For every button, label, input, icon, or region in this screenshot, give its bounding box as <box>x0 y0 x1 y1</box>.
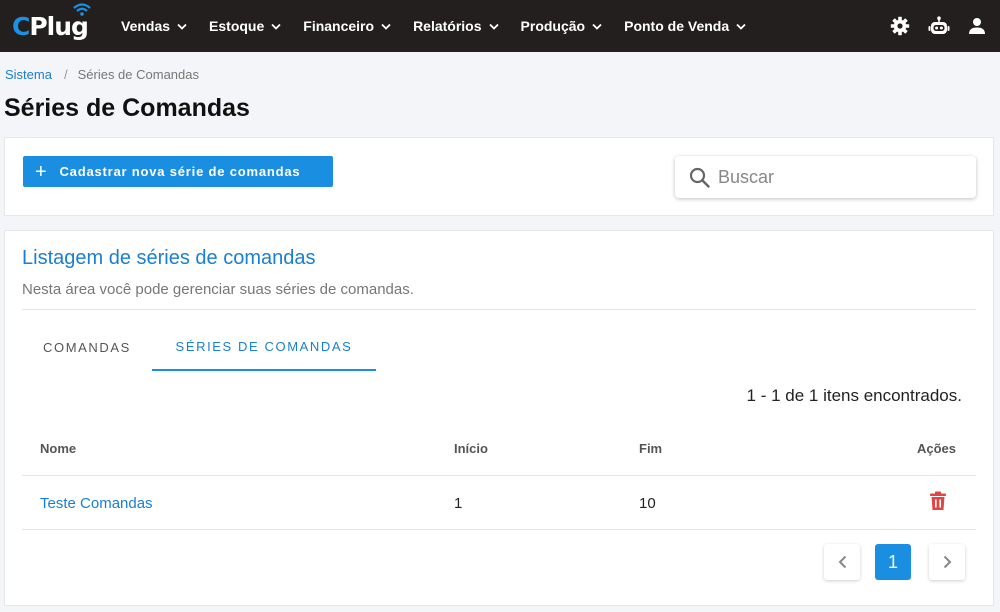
row-end-value: 10 <box>639 495 656 512</box>
column-header-nome: Nome <box>40 441 77 456</box>
column-header-inicio: Início <box>454 441 488 456</box>
tab-comandas[interactable]: COMANDAS <box>22 323 152 371</box>
add-series-button[interactable]: + Cadastrar nova série de comandas <box>23 156 333 187</box>
results-count: 1 - 1 de 1 itens encontrados. <box>746 386 962 405</box>
actions-panel: + Cadastrar nova série de comandas <box>4 137 994 216</box>
chevron-down-icon <box>381 23 391 30</box>
add-series-button-label: Cadastrar nova série de comandas <box>59 164 301 179</box>
chevron-right-icon <box>943 555 952 569</box>
wifi-icon <box>73 3 91 16</box>
top-icons <box>890 0 986 52</box>
column-header-acoes: Ações <box>917 441 957 456</box>
pagination-prev-button[interactable] <box>824 544 860 580</box>
row-name-link[interactable]: Teste Comandas <box>40 495 153 512</box>
nav-label: Vendas <box>121 18 171 34</box>
top-navbar: CPlug Vendas Estoque Financeiro Relatóri… <box>0 0 1000 52</box>
listing-title: Listagem de séries de comandas <box>22 247 316 269</box>
chevron-down-icon <box>177 23 187 30</box>
nav-label: Financeiro <box>303 18 375 34</box>
user-icon[interactable] <box>968 17 986 35</box>
breadcrumb: Sistema / Séries de Comandas <box>5 67 199 82</box>
nav-item-vendas[interactable]: Vendas <box>110 0 198 52</box>
divider <box>22 309 976 310</box>
robot-icon[interactable] <box>928 16 950 36</box>
nav-item-estoque[interactable]: Estoque <box>198 0 292 52</box>
nav-label: Produção <box>520 18 586 34</box>
tab-series-de-comandas[interactable]: SÉRIES DE COMANDAS <box>152 323 376 371</box>
nav-label: Estoque <box>209 18 265 34</box>
nav-item-producao[interactable]: Produção <box>510 0 614 52</box>
pagination-current-page[interactable]: 1 <box>875 544 911 580</box>
chevron-down-icon <box>271 23 281 30</box>
listing-panel: Listagem de séries de comandas Nesta áre… <box>4 230 994 606</box>
table-header-divider <box>22 475 976 476</box>
gear-icon[interactable] <box>890 16 910 36</box>
nav-label: Ponto de Venda <box>624 18 730 34</box>
table-row-divider <box>22 529 976 530</box>
search-input[interactable] <box>718 166 948 188</box>
nav-item-financeiro[interactable]: Financeiro <box>292 0 402 52</box>
chevron-down-icon <box>592 23 602 30</box>
chevron-left-icon <box>838 555 847 569</box>
search-box <box>675 156 976 198</box>
pagination-next-button[interactable] <box>929 544 965 580</box>
listing-subtitle: Nesta área você pode gerenciar suas séri… <box>22 281 414 298</box>
column-header-fim: Fim <box>639 441 663 456</box>
plus-icon: + <box>35 160 48 183</box>
trash-icon[interactable] <box>929 491 947 516</box>
breadcrumb-current: Séries de Comandas <box>77 67 199 82</box>
logo[interactable]: CPlug <box>10 0 98 52</box>
breadcrumb-link-sistema[interactable]: Sistema <box>5 67 52 82</box>
page-title: Séries de Comandas <box>4 94 250 122</box>
breadcrumb-separator: / <box>63 67 68 82</box>
main-nav: Vendas Estoque Financeiro Relatórios Pro… <box>110 0 757 52</box>
search-icon <box>689 167 710 188</box>
chevron-down-icon <box>488 23 499 30</box>
row-start-value: 1 <box>454 495 463 512</box>
logo-text: CPlug <box>12 12 89 41</box>
nav-item-ponto-de-venda[interactable]: Ponto de Venda <box>613 0 757 52</box>
nav-item-relatorios[interactable]: Relatórios <box>402 0 509 52</box>
nav-label: Relatórios <box>413 18 482 34</box>
tabs: COMANDAS SÉRIES DE COMANDAS <box>22 323 376 371</box>
chevron-down-icon <box>736 23 746 30</box>
